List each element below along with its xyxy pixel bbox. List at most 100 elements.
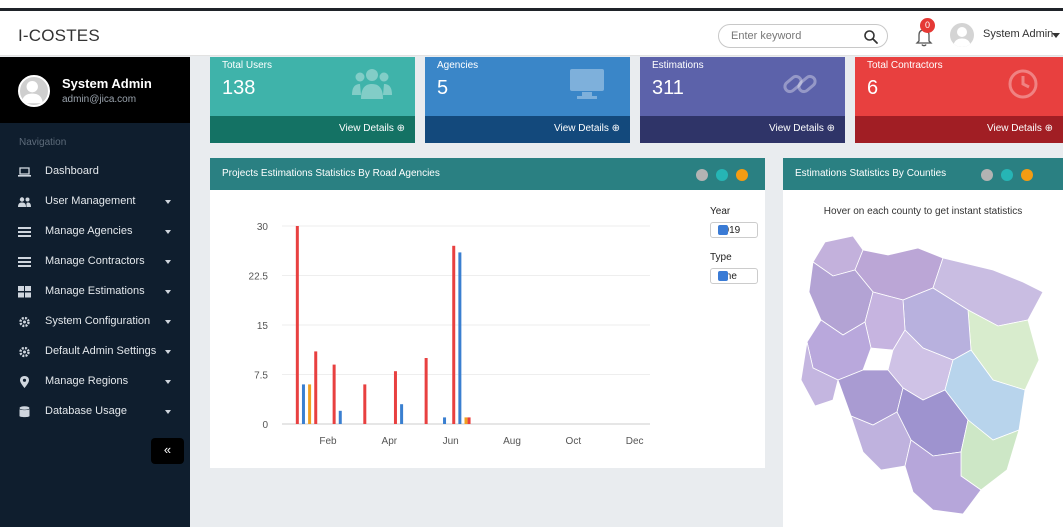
y-tick-label: 0: [262, 420, 268, 431]
estimations-bar-chart: 0 7.5 15 22.5 30 Feb Apr Jun Aug Oct Dec: [249, 222, 650, 447]
nav-section-title: Navigation: [19, 137, 67, 148]
user-icon: [21, 80, 43, 104]
app-brand[interactable]: I-COSTES: [18, 26, 100, 46]
y-tick-label: 7.5: [254, 371, 268, 382]
avatar: [18, 75, 50, 107]
x-tick-label: Jun: [443, 436, 459, 447]
chart-bar[interactable]: [464, 417, 468, 424]
chart-bar[interactable]: [363, 384, 367, 424]
search-box[interactable]: [718, 24, 888, 48]
sidebar-collapse-button[interactable]: «: [151, 438, 184, 464]
chart-bar[interactable]: [467, 417, 471, 424]
stat-value: 311: [652, 77, 684, 99]
list-icon: [18, 227, 31, 237]
chart-bar[interactable]: [443, 417, 447, 424]
sidebar-item-default-admin-settings[interactable]: Default Admin Settings: [0, 337, 190, 367]
stat-value: 138: [222, 77, 256, 99]
type-label: Type: [710, 252, 732, 263]
chart-bar[interactable]: [308, 384, 312, 424]
avatar[interactable]: [950, 23, 974, 47]
sidebar-item-user-management[interactable]: User Management: [0, 187, 190, 217]
search-input[interactable]: [731, 28, 851, 44]
sidebar-item-system-configuration[interactable]: System Configuration: [0, 307, 190, 337]
stat-footer[interactable]: View Details ⊕: [640, 116, 845, 143]
stat-footer[interactable]: View Details ⊕: [425, 116, 630, 143]
notification-badge[interactable]: 0: [920, 18, 935, 33]
users-icon: [352, 69, 392, 99]
chart-bar[interactable]: [295, 226, 299, 424]
sidebar-item-manage-contractors[interactable]: Manage Contractors: [0, 247, 190, 277]
user-icon: [953, 27, 971, 47]
minimize-icon[interactable]: [696, 169, 708, 181]
stat-card-total-users: Total Users 138 View Details ⊕: [210, 57, 415, 143]
users-icon: [18, 197, 31, 207]
monitor-icon: [570, 69, 604, 99]
chart-bar[interactable]: [301, 384, 305, 424]
stat-footer[interactable]: View Details ⊕: [210, 116, 415, 143]
chart-bar[interactable]: [452, 245, 456, 424]
chart-bar[interactable]: [314, 351, 318, 424]
sidebar-item-label: Dashboard: [45, 165, 99, 177]
chart-bar[interactable]: [338, 410, 342, 424]
stat-card-agencies: Agencies 5 View Details ⊕: [425, 57, 630, 143]
chevron-down-icon: [165, 380, 171, 384]
view-details-link[interactable]: View Details ⊕: [987, 123, 1053, 134]
y-tick-label: 22.5: [249, 272, 269, 283]
stat-footer[interactable]: View Details ⊕: [855, 116, 1063, 143]
chevron-down-icon: [165, 320, 171, 324]
minimize-icon[interactable]: [981, 169, 993, 181]
collapse-icon[interactable]: [736, 169, 748, 181]
sidebar-item-label: Database Usage: [45, 405, 127, 417]
chart-bar[interactable]: [458, 252, 462, 424]
collapse-icon[interactable]: [1021, 169, 1033, 181]
sidebar: System Admin admin@jica.com Navigation D…: [0, 57, 190, 527]
panel-header: Projects Estimations Statistics By Road …: [210, 158, 765, 190]
year-label: Year: [710, 206, 731, 217]
county-statistics-panel: Estimations Statistics By Counties Hover…: [783, 158, 1063, 527]
gear-icon: [19, 346, 30, 358]
top-border: [0, 0, 1063, 12]
map-marker-icon: [20, 376, 29, 388]
sidebar-item-manage-agencies[interactable]: Manage Agencies: [0, 217, 190, 247]
kenya-county-map[interactable]: [793, 230, 1053, 520]
database-icon: [19, 406, 30, 418]
select-arrows-icon: [718, 225, 728, 235]
x-tick-label: Feb: [319, 436, 337, 447]
sidebar-item-label: User Management: [45, 195, 136, 207]
sidebar-item-manage-regions[interactable]: Manage Regions: [0, 367, 190, 397]
type-select[interactable]: Line: [710, 268, 758, 284]
x-tick-label: Aug: [503, 436, 521, 447]
stat-label: Estimations: [652, 60, 704, 71]
user-menu-name[interactable]: System Admin: [983, 28, 1053, 40]
chart-bar[interactable]: [400, 404, 404, 424]
gear-icon: [19, 316, 30, 328]
sidebar-profile: System Admin admin@jica.com: [0, 57, 190, 123]
chevron-down-icon: [165, 260, 171, 264]
search-icon[interactable]: [863, 29, 879, 45]
panel-title: Projects Estimations Statistics By Road …: [222, 168, 440, 179]
sidebar-item-manage-estimations[interactable]: Manage Estimations: [0, 277, 190, 307]
laptop-icon: [18, 167, 31, 177]
chart-bar[interactable]: [332, 364, 336, 424]
top-header: I-COSTES 0 System Admin: [0, 12, 1063, 56]
link-icon: [783, 74, 817, 94]
chart-bar[interactable]: [393, 371, 397, 424]
stat-card-estimations: Estimations 311 View Details ⊕: [640, 57, 845, 143]
refresh-icon[interactable]: [1001, 169, 1013, 181]
sidebar-item-label: Manage Regions: [45, 375, 129, 387]
sidebar-item-label: Manage Contractors: [45, 255, 145, 267]
refresh-icon[interactable]: [716, 169, 728, 181]
chevron-down-icon: [165, 290, 171, 294]
view-details-link[interactable]: View Details ⊕: [554, 123, 620, 134]
x-tick-label: Dec: [626, 436, 644, 447]
chevron-down-icon[interactable]: [1052, 33, 1060, 38]
panel-title: Estimations Statistics By Counties: [795, 168, 947, 179]
view-details-link[interactable]: View Details ⊕: [339, 123, 405, 134]
chart-bar[interactable]: [424, 358, 428, 424]
sidebar-item-dashboard[interactable]: Dashboard: [0, 157, 190, 187]
y-tick-label: 30: [257, 222, 269, 233]
view-details-link[interactable]: View Details ⊕: [769, 123, 835, 134]
list-icon: [18, 257, 31, 267]
sidebar-item-database-usage[interactable]: Database Usage: [0, 397, 190, 427]
year-select[interactable]: 2019: [710, 222, 758, 238]
